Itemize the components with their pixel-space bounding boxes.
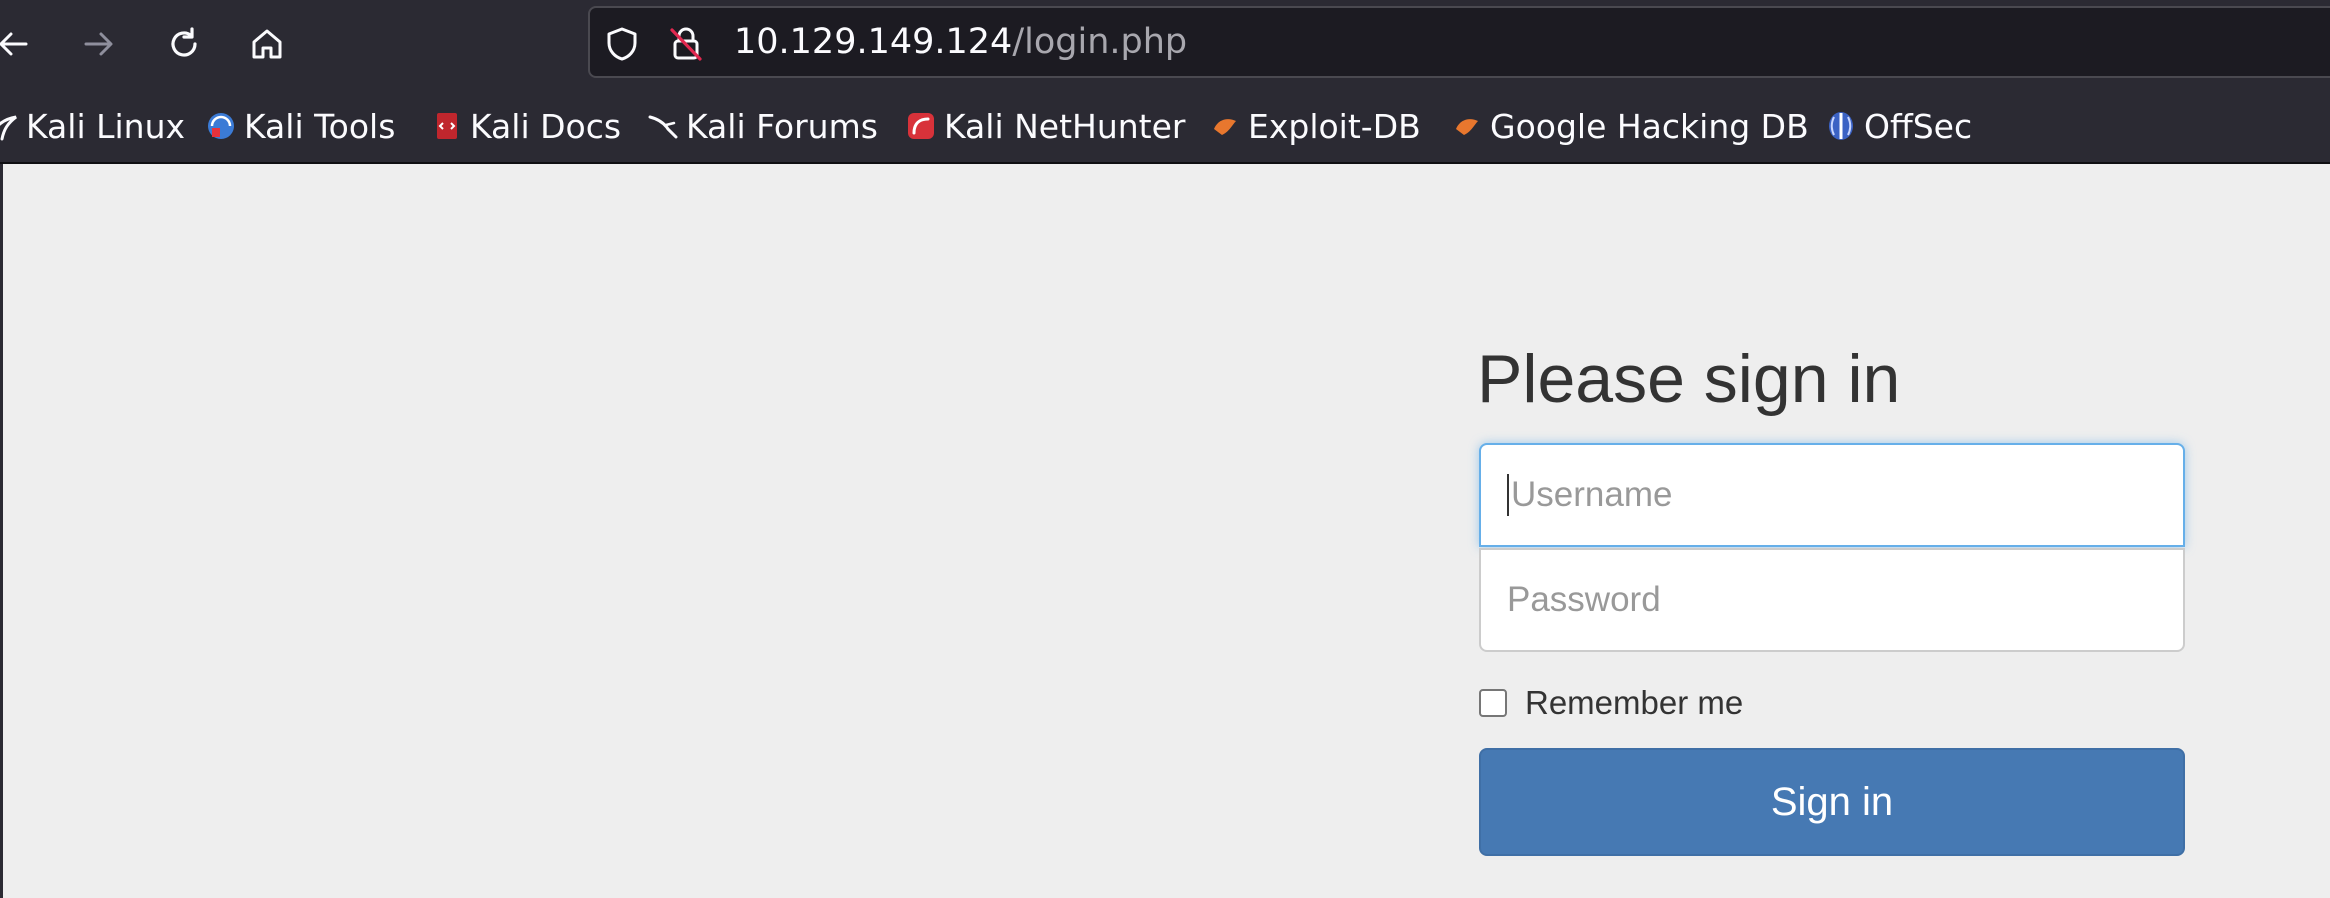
password-placeholder: Password — [1507, 580, 1661, 619]
bookmark-exploit-db[interactable]: Exploit-DB — [1210, 90, 1421, 162]
remember-me-checkbox[interactable] — [1479, 689, 1507, 717]
username-input[interactable]: Username — [1479, 443, 2185, 547]
bookmark-label: Exploit-DB — [1248, 106, 1421, 146]
url-host: 10.129.149.124 — [734, 22, 1013, 62]
ghdb-icon — [1452, 111, 1482, 141]
exploit-db-icon — [1210, 111, 1240, 141]
reload-icon — [166, 26, 202, 62]
browser-toolbar: 10.129.149.124/login.php — [0, 0, 2330, 90]
bookmark-label: Kali Forums — [686, 106, 878, 146]
username-placeholder: Username — [1511, 475, 1673, 514]
sign-in-button[interactable]: Sign in — [1479, 748, 2185, 856]
bookmark-kali-nethunter[interactable]: Kali NetHunter — [906, 90, 1186, 162]
arrow-right-icon — [82, 27, 116, 61]
bookmark-kali-docs[interactable]: Kali Docs — [432, 90, 621, 162]
insecure-lock-icon[interactable] — [668, 26, 704, 62]
bookmark-kali-forums[interactable]: Kali Forums — [648, 90, 878, 162]
kali-docs-icon — [432, 111, 462, 141]
remember-me[interactable]: Remember me — [1479, 684, 1743, 722]
kali-tools-icon — [206, 111, 236, 141]
bookmark-label: Kali Tools — [244, 106, 396, 146]
kali-dragon-icon — [0, 111, 18, 141]
offsec-icon — [1826, 111, 1856, 141]
arrow-left-icon — [0, 27, 30, 61]
url-bar[interactable]: 10.129.149.124/login.php — [588, 6, 2330, 78]
bookmark-label: Google Hacking DB — [1490, 106, 1809, 146]
bookmark-offsec[interactable]: OffSec — [1826, 90, 1972, 162]
url-path: /login.php — [1012, 22, 1188, 62]
shield-icon[interactable] — [604, 26, 640, 62]
page-title: Please sign in — [1477, 341, 1901, 417]
home-button[interactable] — [240, 17, 294, 71]
nethunter-icon — [906, 111, 936, 141]
bookmark-google-hacking-db[interactable]: Google Hacking DB — [1452, 90, 1809, 162]
bookmark-kali-tools[interactable]: Kali Tools — [206, 90, 395, 162]
password-input[interactable]: Password — [1479, 548, 2185, 652]
bookmarks-toolbar: Kali Linux Kali Tools Kali Docs Kali For… — [0, 90, 2330, 164]
reload-button[interactable] — [157, 17, 211, 71]
kali-forums-icon — [648, 111, 678, 141]
bookmark-kali-linux[interactable]: Kali Linux — [0, 90, 185, 162]
text-caret — [1507, 474, 1509, 516]
back-button[interactable] — [0, 17, 40, 71]
bookmark-label: Kali Linux — [26, 106, 186, 146]
bookmark-label: OffSec — [1864, 106, 1973, 146]
url-text[interactable]: 10.129.149.124/login.php — [734, 8, 1187, 76]
forward-button[interactable] — [72, 17, 126, 71]
bookmark-label: Kali Docs — [470, 106, 622, 146]
remember-me-label[interactable]: Remember me — [1525, 684, 1743, 722]
home-icon — [249, 26, 285, 62]
page-content: Please sign in Username Password Remembe… — [0, 164, 2330, 898]
bookmark-label: Kali NetHunter — [944, 106, 1186, 146]
